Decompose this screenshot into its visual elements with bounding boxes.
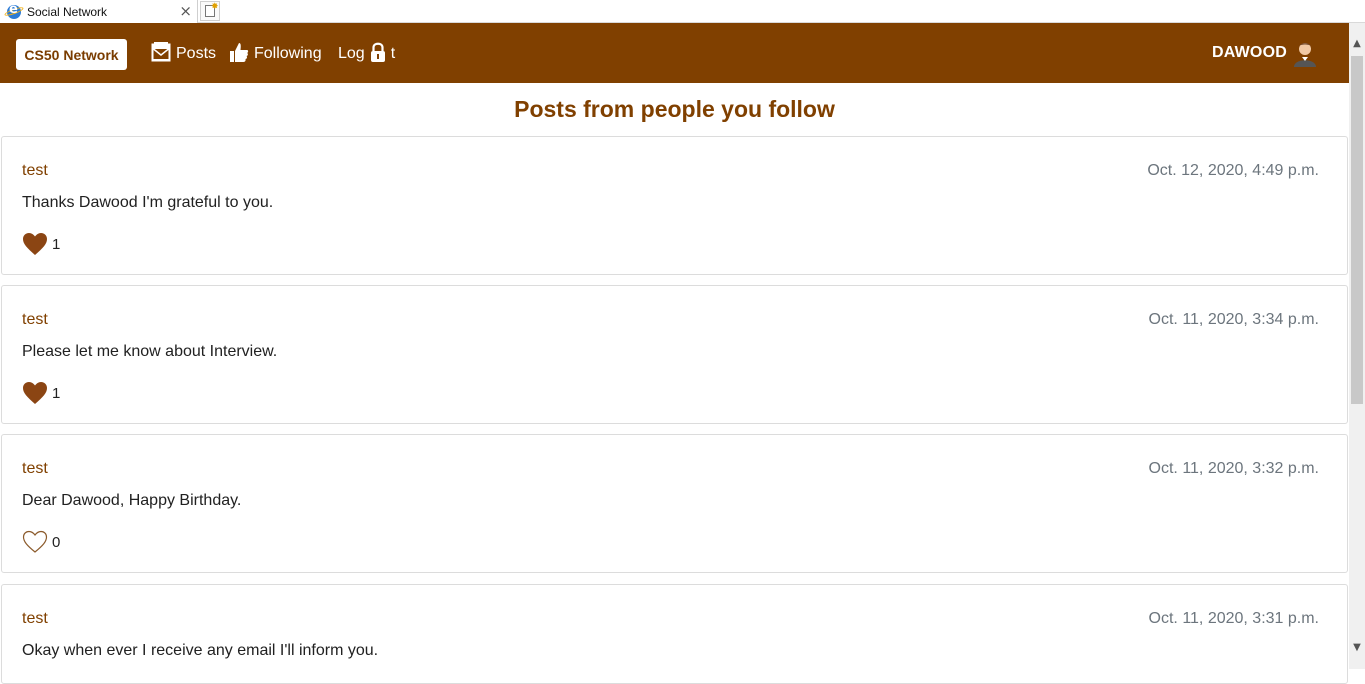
post-body: Thanks Dawood I'm grateful to you. — [22, 194, 274, 211]
scroll-up-arrow-icon[interactable]: ▲ — [1349, 36, 1365, 52]
sparkle-icon: ✸ — [211, 1, 219, 11]
like-section: 1 — [22, 232, 60, 256]
internet-explorer-icon — [7, 2, 21, 19]
post-card: test Oct. 11, 2020, 3:31 p.m. Okay when … — [1, 584, 1348, 684]
like-section: 0 — [22, 530, 60, 554]
nav-logout-label-end: t — [390, 45, 396, 62]
scroll-thumb[interactable] — [1351, 56, 1363, 404]
post-author-link[interactable]: test — [22, 162, 48, 180]
page-title: Posts from people you follow — [514, 96, 835, 122]
post-timestamp: Oct. 11, 2020, 3:34 p.m. — [1148, 311, 1319, 328]
like-count: 1 — [52, 235, 61, 253]
tab-close-icon[interactable]: × — [179, 2, 192, 20]
browser-tab-strip: Social Network × ✸ — [0, 0, 1365, 23]
post-author-link[interactable]: test — [22, 610, 48, 628]
like-section: 1 — [22, 381, 60, 405]
post-author-link[interactable]: test — [22, 311, 48, 329]
user-avatar-icon[interactable] — [1293, 41, 1317, 67]
like-count: 1 — [52, 384, 61, 402]
brand-button[interactable]: CS50 Network — [16, 39, 127, 70]
heart-filled-icon[interactable] — [22, 381, 48, 405]
post-card: test Oct. 12, 2020, 4:49 p.m. Thanks Daw… — [1, 136, 1348, 275]
post-card: test Oct. 11, 2020, 3:32 p.m. Dear Dawoo… — [1, 434, 1348, 573]
browser-tab[interactable]: Social Network × — [0, 0, 198, 23]
post-timestamp: Oct. 12, 2020, 4:49 p.m. — [1147, 162, 1319, 179]
post-timestamp: Oct. 11, 2020, 3:32 p.m. — [1148, 460, 1319, 477]
heart-outline-icon[interactable] — [22, 530, 48, 554]
nav-logout-link[interactable]: Log t — [338, 42, 395, 66]
nav-following-link[interactable]: Following — [229, 42, 322, 66]
post-author-link[interactable]: test — [22, 460, 48, 478]
new-tab-button[interactable]: ✸ — [200, 1, 220, 21]
like-count: 0 — [52, 533, 61, 551]
page-scrollbar[interactable]: ▲ ▼ — [1349, 23, 1365, 669]
tab-title: Social Network — [27, 4, 108, 19]
post-body: Okay when ever I receive any email I'll … — [22, 642, 379, 659]
post-card: test Oct. 11, 2020, 3:34 p.m. Please let… — [1, 285, 1348, 424]
navbar: CS50 Network Posts Following Log t DAWOO… — [0, 23, 1349, 83]
post-body: Please let me know about Interview. — [22, 343, 278, 360]
post-timestamp: Oct. 11, 2020, 3:31 p.m. — [1148, 610, 1319, 627]
heart-filled-icon[interactable] — [22, 232, 48, 256]
lock-icon — [370, 41, 386, 68]
scroll-down-arrow-icon[interactable]: ▼ — [1349, 640, 1365, 656]
nav-posts-label: Posts — [176, 45, 217, 62]
username[interactable]: DAWOOD — [1212, 44, 1287, 62]
post-body: Dear Dawood, Happy Birthday. — [22, 492, 242, 509]
thumbs-up-icon — [229, 41, 249, 68]
mailbox-icon — [151, 41, 171, 68]
nav-following-label: Following — [254, 45, 322, 62]
nav-posts-link[interactable]: Posts — [151, 41, 217, 68]
nav-logout-label-start: Log — [338, 45, 365, 62]
